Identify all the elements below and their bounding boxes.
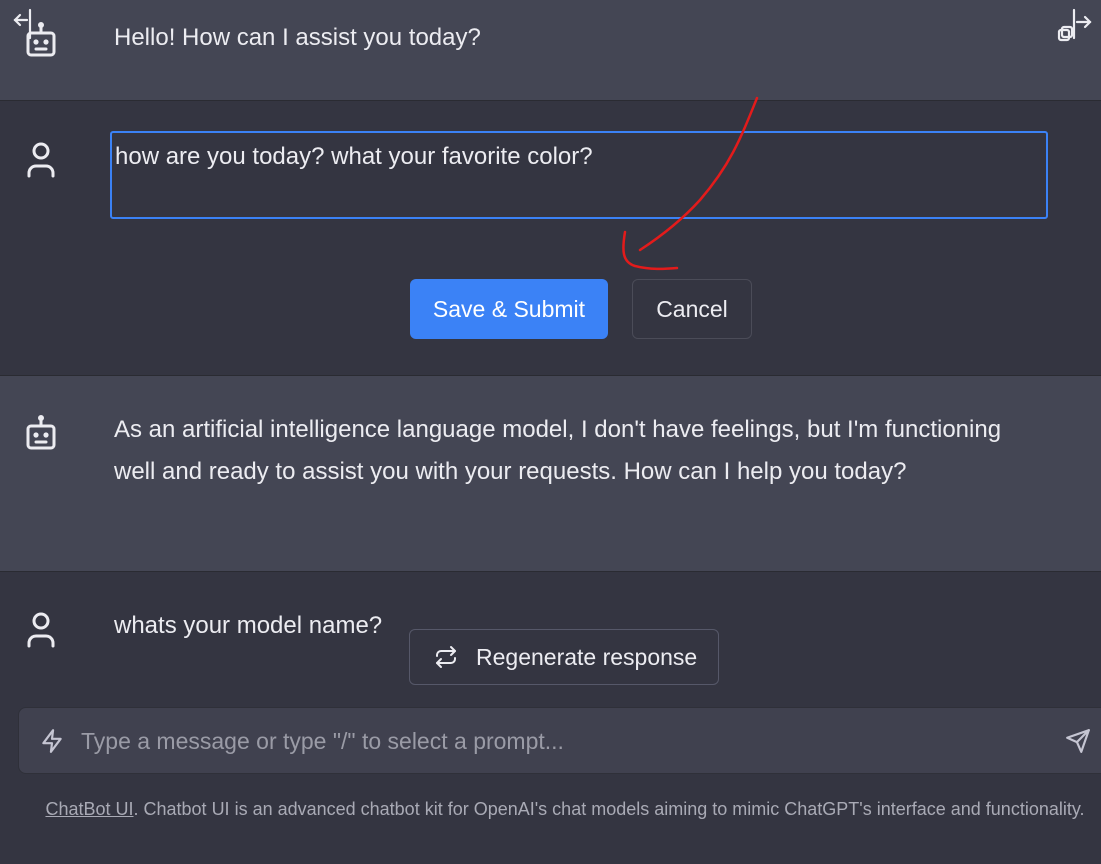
message-row-assistant: Hello! How can I assist you today? bbox=[0, 0, 1101, 101]
sidebar-toggle-left-icon[interactable] bbox=[12, 8, 48, 44]
refresh-icon bbox=[436, 646, 456, 668]
sidebar-toggle-right-icon[interactable] bbox=[1056, 8, 1092, 44]
composer bbox=[18, 707, 1101, 774]
footer-text: . Chatbot UI is an advanced chatbot kit … bbox=[133, 799, 1085, 819]
user-icon bbox=[27, 612, 55, 648]
robot-icon bbox=[26, 415, 56, 450]
lightning-bolt-icon[interactable] bbox=[39, 728, 65, 754]
send-icon[interactable] bbox=[1065, 728, 1091, 754]
message-input[interactable] bbox=[79, 720, 1043, 762]
message-text: whats your model name? bbox=[114, 612, 383, 639]
footer-note: ChatBot UI. Chatbot UI is an advanced ch… bbox=[40, 794, 1090, 824]
regenerate-label: Regenerate response bbox=[476, 643, 698, 670]
cancel-button[interactable]: Cancel bbox=[632, 279, 752, 339]
message-text: As an artificial intelligence language m… bbox=[114, 416, 1002, 485]
regenerate-response-button[interactable]: Regenerate response bbox=[409, 629, 719, 685]
save-submit-button[interactable]: Save & Submit bbox=[410, 279, 608, 339]
chatbot-ui-link[interactable]: ChatBot UI bbox=[45, 799, 133, 819]
message-text: Hello! How can I assist you today? bbox=[114, 24, 481, 51]
user-icon bbox=[27, 142, 55, 178]
chat-window: Hello! How can I assist you today? how a… bbox=[0, 0, 1101, 864]
message-row-assistant: As an artificial intelligence language m… bbox=[0, 376, 1101, 572]
edit-message-textarea[interactable]: how are you today? what your favorite co… bbox=[110, 131, 1048, 219]
